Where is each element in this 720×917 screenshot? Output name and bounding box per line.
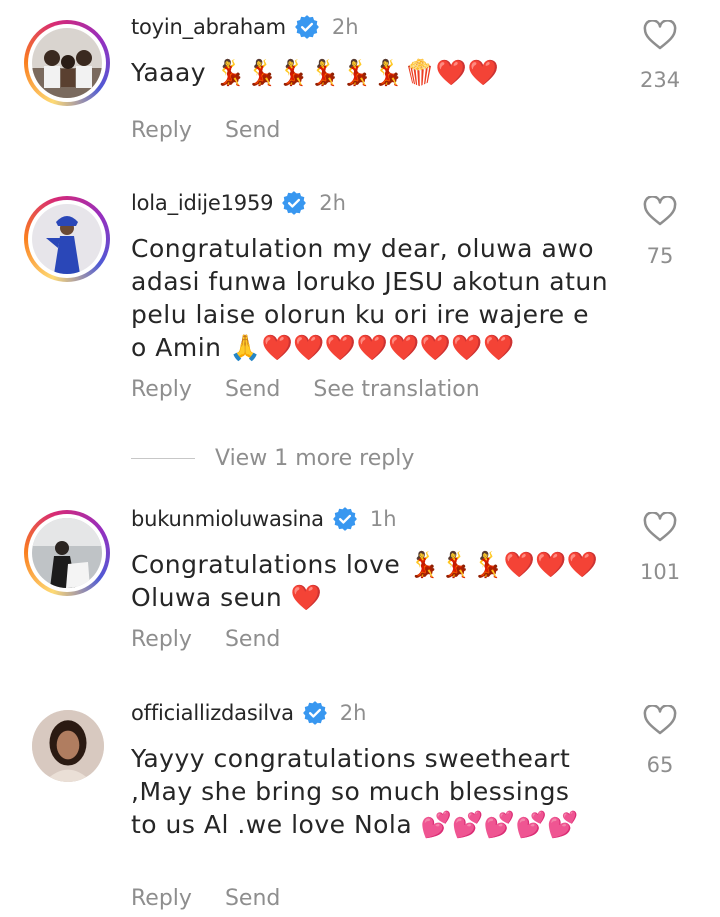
- comment-time: 2h: [331, 15, 359, 39]
- avatar[interactable]: [32, 710, 104, 782]
- comment-time: 2h: [319, 191, 346, 215]
- avatar[interactable]: [24, 510, 110, 596]
- like-count: 65: [646, 753, 674, 777]
- verified-badge-icon: [302, 701, 327, 725]
- verified-badge-icon: [332, 507, 357, 531]
- avatar[interactable]: [24, 20, 110, 106]
- send-button[interactable]: Send: [225, 886, 280, 911]
- like-count: 75: [646, 244, 674, 268]
- heart-icon[interactable]: [643, 512, 677, 542]
- comment-username[interactable]: toyin_abraham: [131, 15, 286, 39]
- send-button[interactable]: Send: [225, 377, 280, 402]
- comment-text: Congratulations love 💃💃💃❤️❤️❤️ Oluwa seu…: [131, 550, 599, 612]
- heart-icon[interactable]: [643, 196, 677, 226]
- send-button[interactable]: Send: [225, 118, 280, 143]
- comment-time: 1h: [369, 507, 397, 531]
- reply-button[interactable]: Reply: [131, 627, 192, 652]
- reply-button[interactable]: Reply: [131, 118, 192, 143]
- comment-text: Yaaay 💃💃💃💃💃💃🍿❤️❤️: [131, 58, 500, 87]
- comment-text: Congratulation my dear, oluwa awo adasi …: [131, 234, 617, 362]
- divider-line: [131, 458, 195, 459]
- avatar[interactable]: [24, 196, 110, 282]
- verified-badge-icon: [294, 15, 319, 39]
- heart-icon[interactable]: [643, 20, 677, 50]
- view-more-replies[interactable]: View 1 more reply: [131, 446, 414, 471]
- see-translation-button[interactable]: See translation: [313, 377, 479, 402]
- comment-username[interactable]: lola_idije1959: [131, 191, 273, 215]
- comment-username[interactable]: officiallizdasilva: [131, 701, 294, 725]
- comment-text: Yayyy congratulations sweetheart ,May sh…: [131, 744, 579, 839]
- send-button[interactable]: Send: [225, 627, 280, 652]
- reply-button[interactable]: Reply: [131, 886, 192, 911]
- like-count: 101: [640, 560, 681, 584]
- comment-username[interactable]: bukunmioluwasina: [131, 507, 324, 531]
- verified-badge-icon: [282, 191, 307, 215]
- comment-time: 2h: [339, 701, 367, 725]
- view-more-replies-label[interactable]: View 1 more reply: [215, 446, 414, 471]
- heart-icon[interactable]: [643, 705, 677, 735]
- reply-button[interactable]: Reply: [131, 377, 192, 402]
- like-count: 234: [640, 68, 681, 92]
